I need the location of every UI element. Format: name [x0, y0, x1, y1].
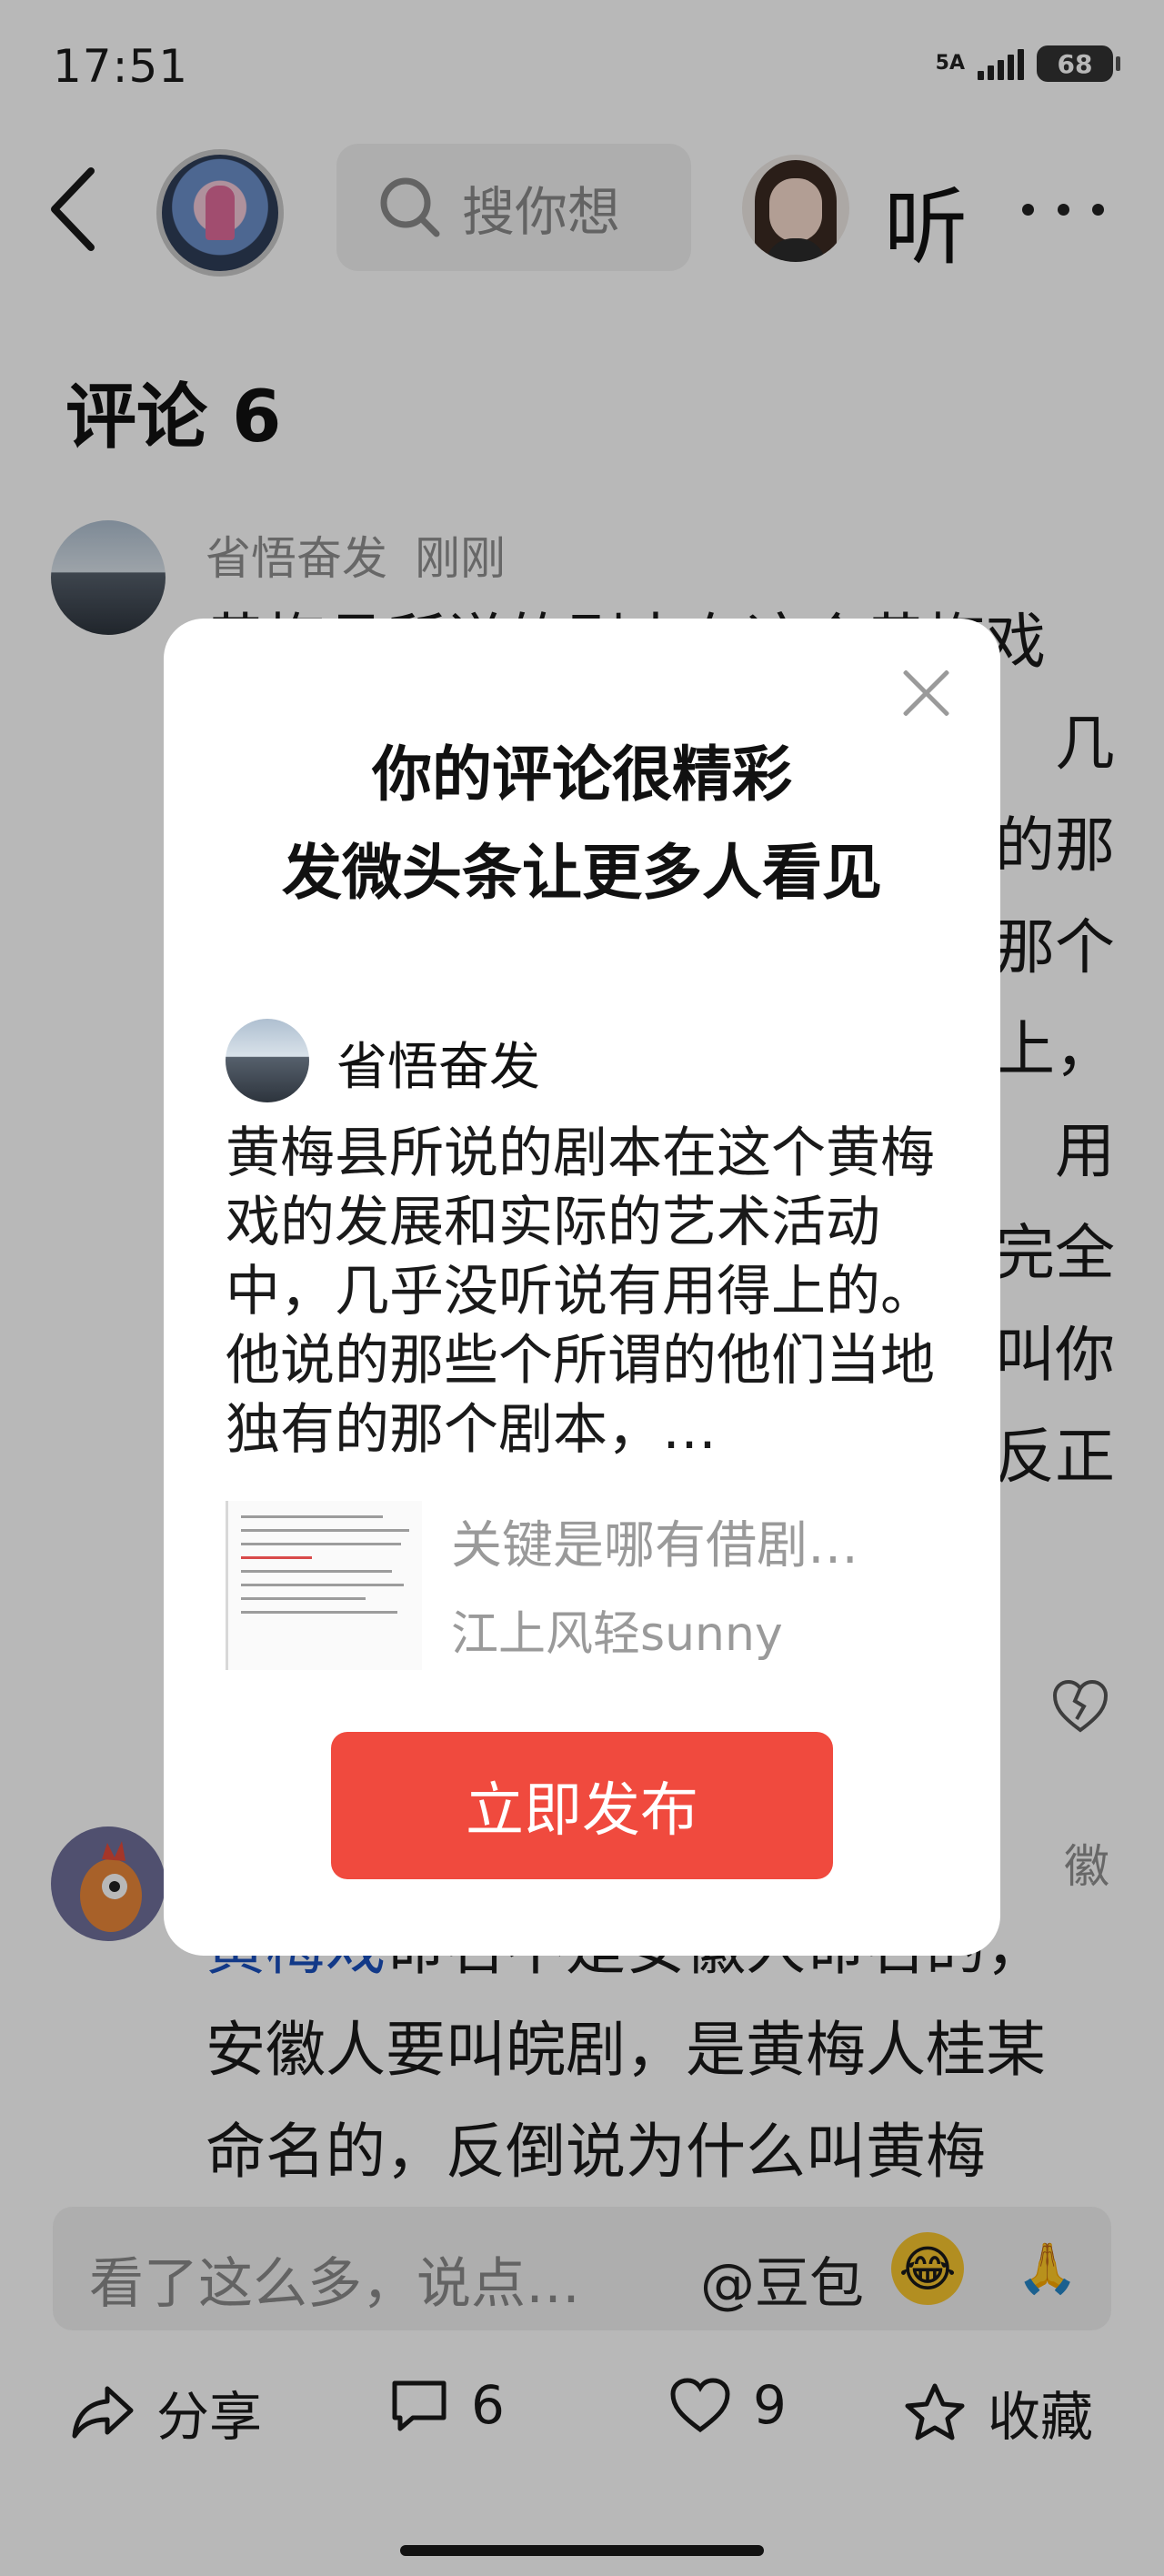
article-title: 关键是哪有借剧… — [451, 1516, 858, 1575]
article-thumbnail — [226, 1501, 422, 1670]
screen: 17:51 5A 68 搜你想 听 评论 6 省悟奋发 刚刚 几 的那 那个 上… — [0, 0, 1164, 2576]
share-to-post-dialog: 你的评论很精彩 发微头条让更多人看见 省悟奋发 黄梅县所说的剧本在这个黄梅戏的发… — [164, 619, 1000, 1956]
publish-button[interactable]: 立即发布 — [331, 1732, 833, 1879]
dialog-title: 你的评论很精彩 — [372, 740, 792, 810]
post-preview-text: 黄梅县所说的剧本在这个黄梅戏的发展和实际的艺术活动中，几乎没听说有用得上的。他说… — [226, 1122, 935, 1462]
dialog-subtitle: 发微头条让更多人看见 — [282, 838, 882, 908]
article-author: 江上风轻sunny — [451, 1607, 783, 1662]
post-author-name: 省悟奋发 — [336, 1038, 540, 1097]
post-author-avatar — [226, 1019, 309, 1102]
referenced-article-card: 关键是哪有借剧… 江上风轻sunny — [226, 1501, 944, 1674]
close-icon[interactable] — [898, 666, 953, 720]
